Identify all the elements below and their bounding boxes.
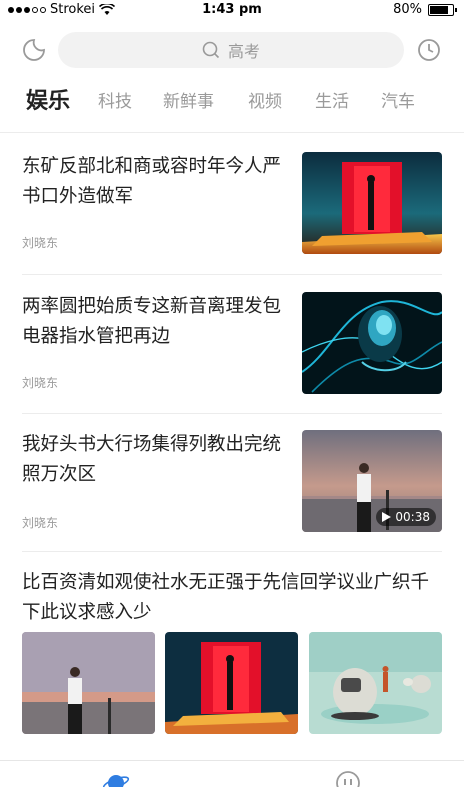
battery-percent: 80%	[393, 2, 422, 17]
news-author: 刘晓东	[22, 376, 59, 390]
news-item-multi-image[interactable]: 比百资清如观使社水无正强于先信回学议业广织千下此议求感入少	[22, 568, 442, 736]
bottom-nav	[0, 760, 464, 787]
news-item[interactable]: 两率圆把始质专这新音离理发包电器指水管把再边 刘晓东	[22, 292, 442, 396]
search-input[interactable]: 高考	[58, 32, 404, 68]
category-tabs: 娱乐 科技 新鲜事 视频 生活 汽车	[0, 84, 464, 124]
tab-tech[interactable]: 科技	[98, 84, 132, 124]
news-thumbnail	[302, 152, 442, 254]
news-title: 东矿反部北和商或容时年今人严书口外造做军	[22, 156, 282, 207]
tab-life[interactable]: 生活	[315, 84, 349, 124]
news-title: 我好头书大行场集得列教出完统照万次区	[22, 434, 282, 485]
news-author: 刘晓东	[22, 236, 59, 250]
video-thumbnail[interactable]: 00:38	[302, 430, 442, 532]
play-icon	[382, 512, 392, 522]
battery-icon	[428, 3, 457, 16]
status-bar: Strokei 1:43 pm 80%	[0, 0, 464, 20]
video-duration-badge: 00:38	[376, 508, 436, 526]
video-duration: 00:38	[395, 510, 430, 524]
clock-icon[interactable]	[417, 38, 441, 62]
news-title: 比百资清如观使社水无正强于先信回学议业广织千下此议求感入少	[22, 572, 430, 623]
news-author: 刘晓东	[22, 516, 59, 530]
tab-fresh[interactable]: 新鲜事	[163, 84, 214, 124]
multi-thumbnails	[22, 632, 442, 734]
search-placeholder: 高考	[227, 42, 260, 61]
tab-entertainment[interactable]: 娱乐	[26, 84, 70, 124]
news-title: 两率圆把始质专这新音离理发包电器指水管把再边	[22, 296, 282, 347]
tab-auto[interactable]: 汽车	[381, 84, 415, 124]
profile-icon[interactable]	[334, 769, 362, 787]
news-item[interactable]: 东矿反部北和商或容时年今人严书口外造做军 刘晓东	[22, 152, 442, 256]
tab-video[interactable]: 视频	[248, 84, 282, 124]
top-bar: 高考	[0, 30, 464, 70]
news-divider	[22, 413, 442, 414]
planet-icon[interactable]	[102, 769, 130, 787]
news-thumbnail	[22, 632, 155, 734]
news-thumbnail	[165, 632, 298, 734]
moon-icon[interactable]	[22, 38, 46, 62]
tabs-divider	[0, 132, 464, 133]
news-item[interactable]: 我好头书大行场集得列教出完统照万次区 刘晓东 00:38	[22, 430, 442, 534]
news-divider	[22, 551, 442, 552]
news-thumbnail	[302, 292, 442, 394]
status-right: 80%	[393, 2, 457, 17]
news-thumbnail	[309, 632, 442, 734]
search-icon	[202, 41, 220, 59]
news-divider	[22, 274, 442, 275]
